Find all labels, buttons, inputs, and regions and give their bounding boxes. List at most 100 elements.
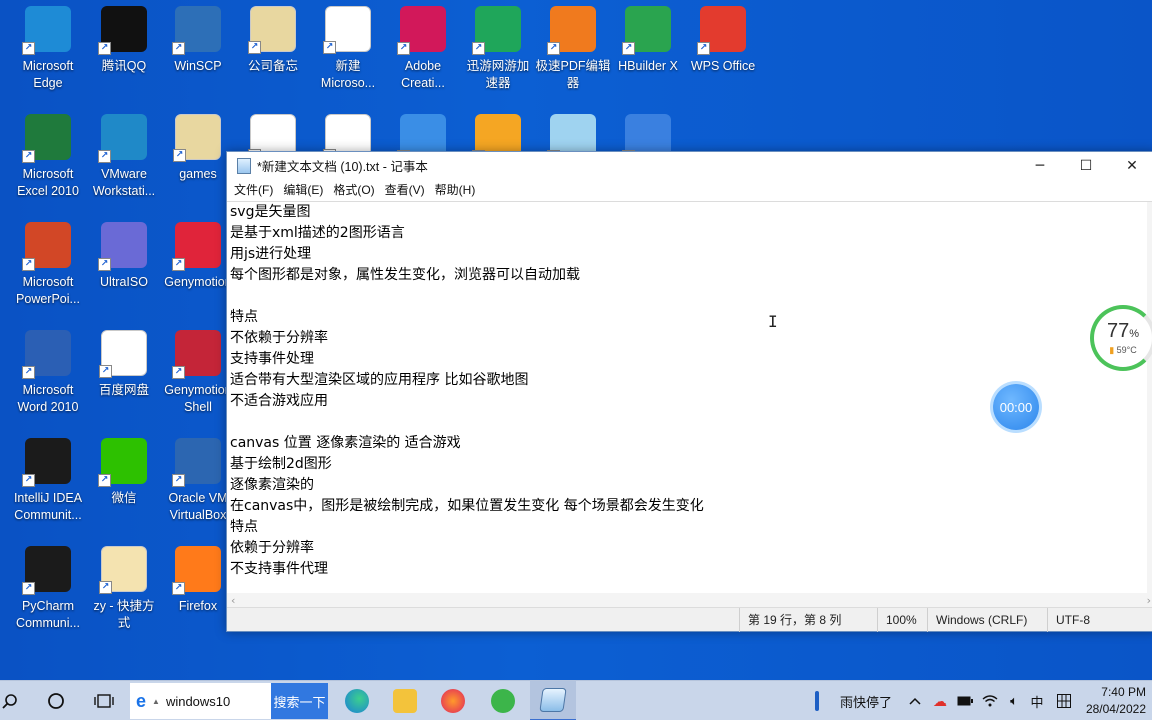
cloud-sync-icon[interactable]: ☁ xyxy=(930,681,950,720)
search-icon[interactable] xyxy=(0,681,20,720)
text-line[interactable]: svg是矢量图 xyxy=(227,202,1152,223)
dropdown-caret-icon[interactable]: ▲ xyxy=(152,697,160,706)
battery-icon[interactable] xyxy=(954,681,976,720)
maximize-button[interactable]: ☐ xyxy=(1063,152,1109,179)
desktop-icon[interactable]: ↗ 公司备忘 xyxy=(235,6,311,75)
desktop-icon[interactable]: ↗ Microsoft Excel 2010 xyxy=(10,114,86,200)
weather-status[interactable]: 雨快停了 xyxy=(834,681,898,720)
menu-format[interactable]: 格式(O) xyxy=(328,179,379,201)
desktop-icon[interactable]: ↗ 腾讯QQ xyxy=(86,6,162,75)
system-clock[interactable]: 7:40 PM 28/04/2022 xyxy=(1086,684,1146,718)
desktop-icon[interactable]: ↗ WinSCP xyxy=(160,6,236,75)
ime-grid-icon[interactable] xyxy=(1052,681,1076,720)
text-line[interactable]: 依赖于分辨率 xyxy=(227,538,1152,559)
shortcut-arrow-icon: ↗ xyxy=(248,41,261,54)
desktop-icon[interactable]: ↗ Genymotion Shell xyxy=(160,330,236,416)
text-line[interactable]: 不支持事件代理 xyxy=(227,559,1152,580)
shortcut-arrow-icon: ↗ xyxy=(173,149,186,162)
cortana-icon[interactable] xyxy=(40,681,72,720)
desktop-icon[interactable]: ↗ IntelliJ IDEA Communit... xyxy=(10,438,86,524)
desktop-icon[interactable]: ↗ Microsoft PowerPoi... xyxy=(10,222,86,308)
close-button[interactable]: ✕ xyxy=(1109,152,1152,179)
text-line[interactable]: 逐像素渲染的 xyxy=(227,475,1152,496)
adobe-cc-icon: ↗ xyxy=(397,6,446,55)
desktop-icon[interactable]: ↗ WPS Office xyxy=(685,6,761,75)
text-line[interactable]: 是基于xml描述的2图形语言 xyxy=(227,223,1152,244)
shortcut-arrow-icon: ↗ xyxy=(98,150,111,163)
desktop-icon[interactable]: ↗ 新建 Microso... xyxy=(310,6,386,92)
desktop-icon[interactable]: ↗ VMware Workstati... xyxy=(86,114,162,200)
desktop-icon-label: 公司备忘 xyxy=(247,59,298,73)
menu-file[interactable]: 文件(F) xyxy=(229,179,278,201)
desktop-icon-label: zy - 快捷方 式 xyxy=(93,599,155,630)
text-line[interactable]: 在canvas中，图形是被绘制完成，如果位置发生变化 每个场景都会发生变化 xyxy=(227,496,1152,517)
shortcut-arrow-icon: ↗ xyxy=(472,42,485,55)
web-search-box[interactable]: e ▲ windows10 搜索一下 xyxy=(130,683,328,719)
search-button[interactable]: 搜索一下 xyxy=(271,683,328,719)
task-view-icon[interactable] xyxy=(88,681,120,720)
horizontal-scrollbar[interactable]: ‹ › xyxy=(227,593,1152,607)
desktop-icon[interactable]: ↗ 迅游网游加 速器 xyxy=(460,6,536,92)
firefox-icon xyxy=(441,689,465,713)
taskbar-notepad-app[interactable] xyxy=(530,681,576,720)
shortcut-arrow-icon: ↗ xyxy=(22,42,35,55)
folder-icon: ↗ xyxy=(248,6,296,54)
wifi-icon[interactable] xyxy=(979,681,1001,720)
desktop-icon-label: PyCharm Communi... xyxy=(16,599,80,630)
desktop-icon[interactable]: ↗ games xyxy=(160,114,236,183)
desktop-icon-label: UltraISO xyxy=(100,275,148,289)
disc-icon: ↗ xyxy=(98,222,147,271)
desktop-icon[interactable]: ↗ Adobe Creati... xyxy=(385,6,461,92)
genymotion-icon: ↗ xyxy=(172,222,221,271)
desktop-icon[interactable]: ↗ 百度网盘 xyxy=(86,330,162,399)
menu-edit[interactable]: 编辑(E) xyxy=(278,179,328,201)
vmware-icon: ↗ xyxy=(98,114,147,163)
text-line[interactable] xyxy=(227,286,1152,307)
vertical-scrollbar[interactable] xyxy=(1147,202,1152,593)
text-line[interactable]: 不依赖于分辨率 xyxy=(227,328,1152,349)
search-input[interactable]: windows10 xyxy=(166,694,230,709)
desktop-icon[interactable]: ↗ Oracle VM VirtualBox xyxy=(160,438,236,524)
system-monitor-widget[interactable]: 77% ▮ 59°C xyxy=(1090,305,1152,371)
minimize-button[interactable]: ─ xyxy=(1017,152,1063,179)
scroll-right-icon[interactable]: › xyxy=(1147,594,1151,607)
taskbar-browser-app[interactable] xyxy=(486,681,520,720)
taskbar-edge-app[interactable] xyxy=(340,681,374,720)
scroll-left-icon[interactable]: ‹ xyxy=(231,594,235,607)
firefox-icon: ↗ xyxy=(172,546,221,595)
shortcut-arrow-icon: ↗ xyxy=(99,365,112,378)
text-line[interactable]: 特点 xyxy=(227,307,1152,328)
input-tool-icon[interactable] xyxy=(808,681,826,720)
desktop-icon-label: Adobe Creati... xyxy=(401,59,445,90)
encoding: UTF-8 xyxy=(1047,608,1152,632)
desktop-icon[interactable]: ↗ 极速PDF编辑 器 xyxy=(535,6,611,92)
desktop-icon-label: IntelliJ IDEA Communit... xyxy=(13,491,83,522)
text-line[interactable]: 支持事件处理 xyxy=(227,349,1152,370)
desktop-icon[interactable]: ↗ Firefox xyxy=(160,546,236,615)
desktop-icon-label: 极速PDF编辑 器 xyxy=(535,59,611,90)
taskbar-firefox-app[interactable] xyxy=(436,681,470,720)
title-bar[interactable]: *新建文本文档 (10).txt - 记事本 ─ ☐ ✕ xyxy=(227,152,1152,179)
desktop-icon[interactable]: ↗ Genymotion xyxy=(160,222,236,291)
menu-help[interactable]: 帮助(H) xyxy=(430,179,481,201)
text-line[interactable]: 每个图形都是对象，属性发生变化，浏览器可以自动加载 xyxy=(227,265,1152,286)
shortcut-arrow-icon: ↗ xyxy=(172,366,185,379)
ime-indicator[interactable]: 中 xyxy=(1026,681,1048,720)
desktop-icon[interactable]: ↗ Microsoft Edge xyxy=(10,6,86,92)
desktop-icon[interactable]: ↗ HBuilder X xyxy=(610,6,686,75)
desktop-icon[interactable]: ↗ Microsoft Word 2010 xyxy=(10,330,86,416)
text-line[interactable]: canvas 位置 逐像素渲染的 适合游戏 xyxy=(227,433,1152,454)
volume-icon[interactable]: 🔈︎ xyxy=(1003,681,1025,720)
text-line[interactable]: 特点 xyxy=(227,517,1152,538)
taskbar: e ▲ windows10 搜索一下 雨快停了 ☁ 🔈︎ 中 7:40 PM 2… xyxy=(0,680,1152,720)
text-line[interactable]: 基于绘制2d图形 xyxy=(227,454,1152,475)
desktop-icon[interactable]: ↗ PyCharm Communi... xyxy=(10,546,86,632)
desktop-icon[interactable]: ↗ zy - 快捷方 式 xyxy=(86,546,162,632)
desktop-icon[interactable]: ↗ 微信 xyxy=(86,438,162,507)
chevron-up-icon[interactable] xyxy=(905,681,925,720)
text-line[interactable]: 用js进行处理 xyxy=(227,244,1152,265)
recording-timer[interactable]: 00:00 xyxy=(993,384,1039,430)
menu-view[interactable]: 查看(V) xyxy=(380,179,430,201)
desktop-icon[interactable]: ↗ UltraISO xyxy=(86,222,162,291)
taskbar-explorer-app[interactable] xyxy=(388,681,422,720)
